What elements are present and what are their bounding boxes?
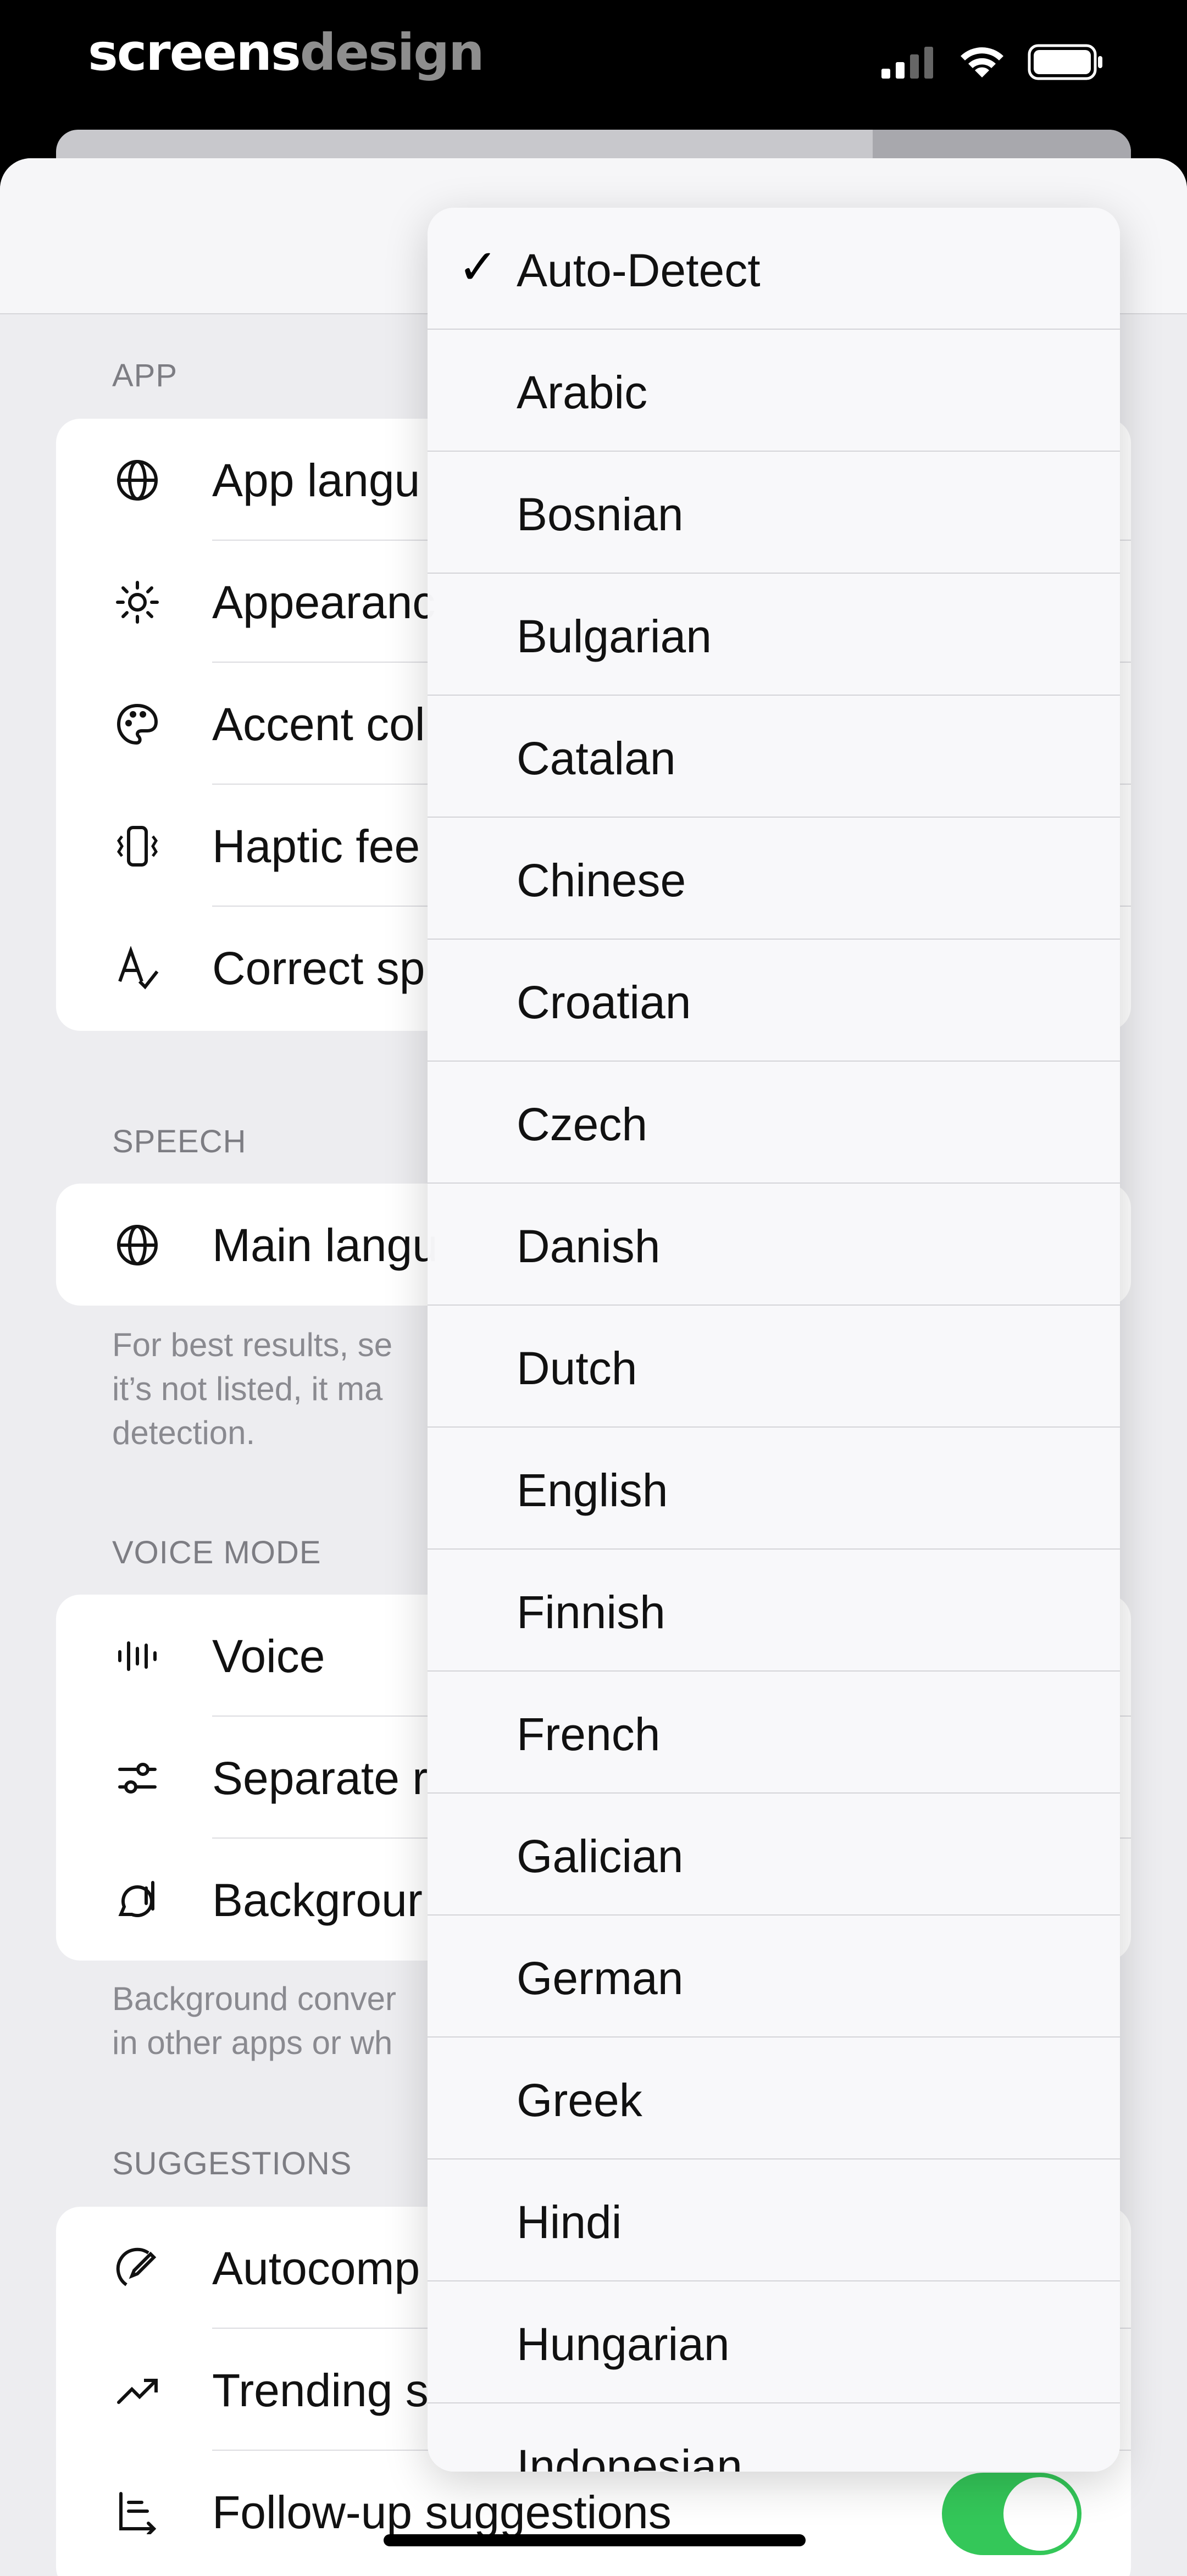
cellular-signal-icon — [881, 47, 933, 79]
toggle-knob — [1003, 2477, 1077, 2551]
language-option-label: Catalan — [517, 732, 676, 784]
row-label: Voice — [212, 1630, 325, 1682]
language-option-label: Croatian — [517, 976, 691, 1028]
trending-icon — [117, 2379, 158, 2404]
wifi-icon — [961, 47, 1003, 77]
battery-icon — [1028, 44, 1102, 80]
row-label: Autocomp — [212, 2242, 420, 2294]
language-option[interactable]: Hungarian — [428, 2281, 1120, 2403]
language-option[interactable]: Finnish — [428, 1550, 1120, 1672]
section-label-app: APP — [112, 358, 178, 393]
brand-watermark: screensdesign — [88, 23, 485, 82]
section-label-voice-mode: VOICE MODE — [112, 1535, 321, 1570]
status-icons — [881, 44, 1105, 80]
row-label: Separate r — [212, 1752, 428, 1804]
row-label: Correct sp — [212, 942, 425, 994]
language-option-label: Greek — [517, 2074, 642, 2126]
palette-icon — [117, 703, 158, 745]
language-option[interactable]: Hindi — [428, 2159, 1120, 2281]
language-option-label: Bulgarian — [517, 610, 712, 662]
row-label: Backgrour — [212, 1874, 423, 1926]
language-option-label: Chinese — [517, 854, 686, 906]
language-option-label: Czech — [517, 1098, 648, 1150]
language-option[interactable]: German — [428, 1916, 1120, 2038]
language-option[interactable]: Bosnian — [428, 452, 1120, 574]
row-label: Accent col — [212, 698, 425, 750]
pencil-icon — [116, 2247, 157, 2286]
language-option-label: Indonesian — [517, 2440, 743, 2472]
language-option-label: Danish — [517, 1220, 661, 1272]
globe-icon — [117, 1225, 158, 1265]
row-label: Main langu — [212, 1219, 438, 1271]
background-voice-icon — [118, 1881, 154, 1917]
spellcheck-icon — [118, 946, 159, 990]
section-label-suggestions: SUGGESTIONS — [112, 2146, 352, 2181]
section-label-speech: SPEECH — [112, 1124, 247, 1159]
language-option[interactable]: Greek — [428, 2038, 1120, 2159]
language-option[interactable]: Catalan — [428, 696, 1120, 818]
language-option[interactable]: Galician — [428, 1794, 1120, 1916]
language-option[interactable]: French — [428, 1672, 1120, 1794]
row-label: Appearanc — [212, 576, 436, 628]
language-option-label: Dutch — [517, 1342, 637, 1394]
waveform-icon — [118, 1641, 157, 1671]
brand-part-2: design — [299, 23, 485, 82]
row-label: App langu — [212, 454, 420, 506]
language-option[interactable]: Indonesian — [428, 2403, 1120, 2472]
language-option[interactable]: Chinese — [428, 818, 1120, 940]
language-option[interactable]: Dutch — [428, 1306, 1120, 1428]
brand-part-1: screens — [88, 23, 301, 82]
language-option-label: English — [517, 1464, 668, 1516]
language-option-label: Finnish — [517, 1586, 665, 1638]
checkmark-icon: ✓ — [458, 240, 498, 294]
language-option[interactable]: Czech — [428, 1062, 1120, 1184]
language-option-label: Galician — [517, 1830, 684, 1882]
sliders-icon — [118, 1763, 157, 1794]
row-label: Haptic fee — [212, 820, 420, 872]
status-bar: screensdesign — [0, 0, 1187, 132]
language-option[interactable]: Bulgarian — [428, 574, 1120, 696]
language-dropdown-menu: ✓ Auto-Detect Arabic Bosnian Bulgarian Catala… — [428, 208, 1120, 2472]
language-option-label: German — [517, 1952, 684, 2004]
language-option[interactable]: English — [428, 1428, 1120, 1550]
language-option[interactable]: Croatian — [428, 940, 1120, 1062]
haptic-icon — [117, 826, 158, 867]
language-option-label: Bosnian — [517, 488, 684, 540]
language-option-label: Hungarian — [517, 2318, 730, 2370]
globe-icon — [117, 460, 158, 501]
language-option[interactable]: Danish — [428, 1184, 1120, 1306]
follow-up-icon — [119, 2492, 157, 2534]
sun-icon — [116, 581, 159, 624]
language-option-label: Hindi — [517, 2196, 622, 2248]
language-option-label: French — [517, 1708, 661, 1760]
row-label: Follow-up suggestions — [212, 2486, 672, 2538]
language-option-label: Arabic — [517, 367, 648, 418]
row-label: Trending s — [212, 2364, 429, 2416]
home-indicator — [384, 2534, 806, 2546]
language-option[interactable]: ✓ Auto-Detect — [428, 208, 1120, 330]
language-option-label: Auto-Detect — [517, 245, 761, 296]
language-option[interactable]: Arabic — [428, 330, 1120, 452]
follow-up-toggle[interactable] — [942, 2473, 1081, 2555]
